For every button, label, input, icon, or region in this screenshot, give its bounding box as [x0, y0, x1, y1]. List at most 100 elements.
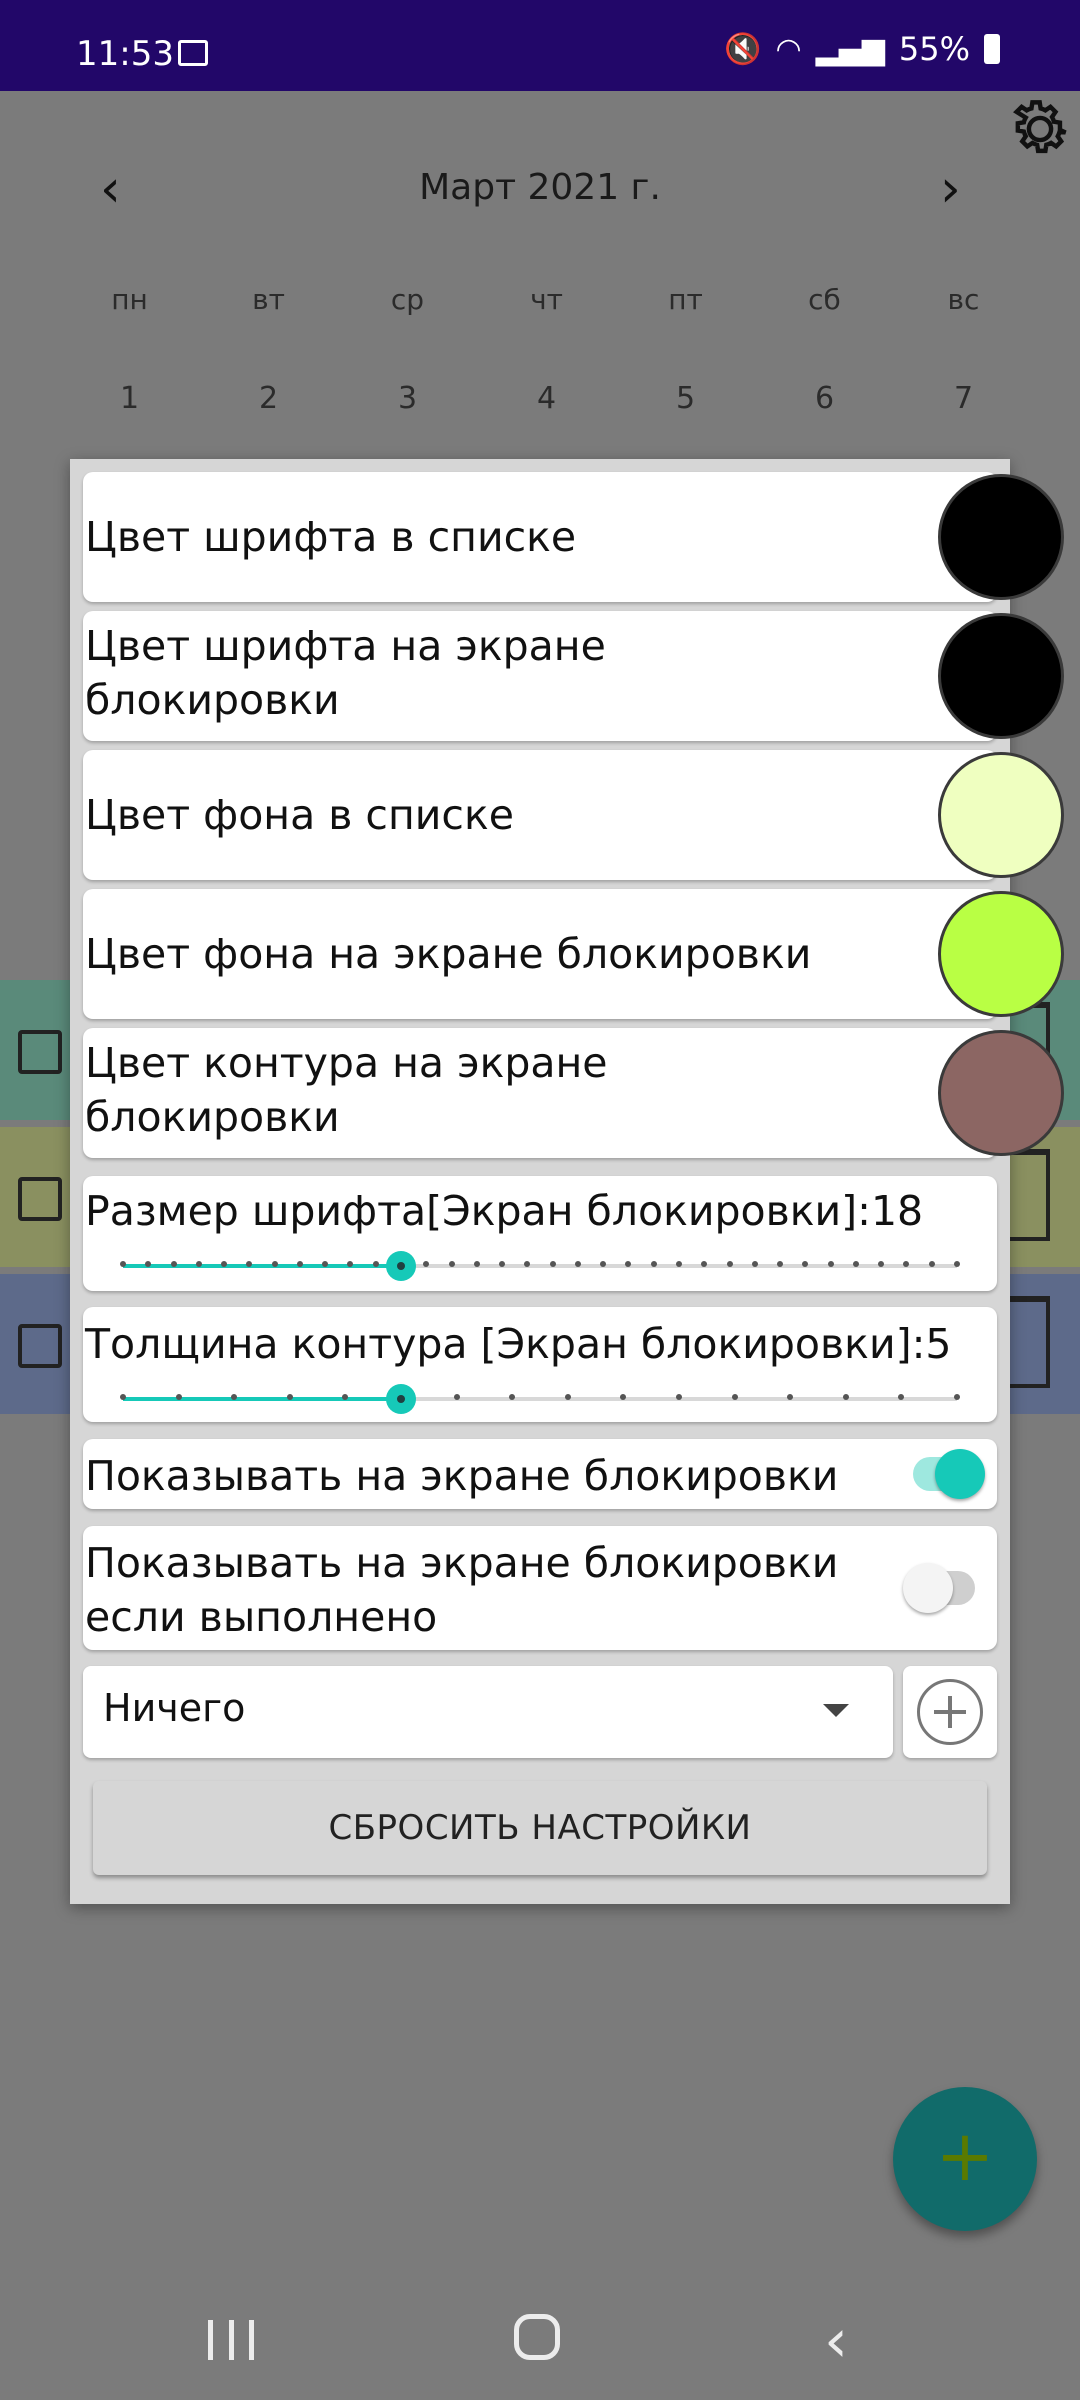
- image-icon: [178, 40, 208, 66]
- day-cell[interactable]: 6: [755, 381, 894, 416]
- settings-dialog: Цвет шрифта в списке Цвет шрифта на экра…: [70, 459, 1064, 1904]
- slider-tick: [509, 1394, 516, 1400]
- color-swatch[interactable]: [938, 1030, 1064, 1156]
- day-cell[interactable]: 7: [894, 381, 1033, 416]
- slider-tick: [676, 1261, 682, 1267]
- slider-tick: [564, 1394, 571, 1400]
- show-if-done-toggle[interactable]: [903, 1563, 983, 1613]
- slider-tick: [650, 1261, 657, 1267]
- weekday-label: чт: [530, 283, 563, 316]
- recents-icon[interactable]: [208, 2320, 254, 2360]
- gear-icon[interactable]: [1002, 91, 1078, 167]
- setting-label: Цвет фона на экране блокировки: [85, 930, 812, 978]
- add-circle-icon: [917, 1679, 983, 1745]
- weekday-row: пн вт ср чт пт сб вс: [60, 283, 1060, 316]
- setting-bg-color-list[interactable]: Цвет фона в списке: [83, 750, 1064, 880]
- setting-show-if-done[interactable]: Показывать на экране блокировки если вып…: [83, 1526, 997, 1650]
- show-lockscreen-toggle[interactable]: [907, 1449, 985, 1499]
- setting-show-lockscreen[interactable]: Показывать на экране блокировки: [83, 1439, 997, 1509]
- color-swatch[interactable]: [938, 613, 1064, 739]
- slider-tick: [878, 1261, 885, 1267]
- setting-label: Цвет шрифта в списке: [85, 513, 577, 561]
- status-time: 11:53: [76, 34, 174, 74]
- task-checkbox[interactable]: [18, 1177, 62, 1221]
- slider-tick: [777, 1261, 784, 1267]
- next-month-button[interactable]: ›: [940, 159, 961, 219]
- day-cell[interactable]: 1: [60, 381, 199, 416]
- slider-tick: [731, 1394, 738, 1400]
- setting-label: Цвет контура на экране блокировки: [85, 1039, 608, 1141]
- slider-tick: [175, 1394, 182, 1400]
- slider-tick: [296, 1261, 303, 1267]
- slider-tick: [928, 1261, 935, 1267]
- dropdown-value: Ничего: [103, 1686, 246, 1730]
- setting-bg-color-lockscreen[interactable]: Цвет фона на экране блокировки: [83, 889, 1064, 1019]
- slider-tick: [120, 1261, 126, 1267]
- slider-tick: [898, 1394, 905, 1400]
- day-cell[interactable]: 5: [616, 381, 755, 416]
- slider-tick: [423, 1261, 430, 1267]
- slider-tick: [954, 1394, 960, 1400]
- weekday-label: пт: [668, 283, 703, 316]
- task-checkbox[interactable]: [18, 1030, 62, 1074]
- add-action-button[interactable]: [903, 1666, 997, 1758]
- battery-icon: [984, 34, 1000, 64]
- slider-tick: [726, 1261, 733, 1267]
- slider-tick: [954, 1261, 960, 1267]
- setting-outline-color-lockscreen[interactable]: Цвет контура на экране блокировки: [83, 1028, 1064, 1158]
- outline-thickness-slider[interactable]: [120, 1384, 960, 1414]
- setting-label: Показывать на экране блокировки если вып…: [85, 1539, 839, 1641]
- slider-tick: [549, 1261, 556, 1267]
- setting-font-color-list[interactable]: Цвет шрифта в списке: [83, 472, 1064, 602]
- reset-settings-button[interactable]: СБРОСИТЬ НАСТРОЙКИ: [93, 1781, 987, 1875]
- setting-label: Цвет шрифта на экране блокировки: [85, 622, 606, 724]
- slider-tick: [453, 1394, 460, 1400]
- slider-tick: [842, 1394, 849, 1400]
- day-cell[interactable]: 3: [338, 381, 477, 416]
- color-swatch[interactable]: [938, 752, 1064, 878]
- battery-percent: 55%: [898, 30, 970, 68]
- task-checkbox[interactable]: [18, 1324, 62, 1368]
- slider-tick: [903, 1261, 910, 1267]
- day-cell[interactable]: 2: [199, 381, 338, 416]
- slider-tick: [120, 1394, 126, 1400]
- slider-tick: [524, 1261, 531, 1267]
- slider-thumb[interactable]: [386, 1384, 416, 1414]
- back-icon[interactable]: ‹: [824, 2306, 848, 2376]
- setting-label: Показывать на экране блокировки: [85, 1452, 839, 1500]
- slider-tick: [600, 1261, 607, 1267]
- slider-tick: [195, 1261, 202, 1267]
- slider-tick: [625, 1261, 632, 1267]
- slider-tick: [574, 1261, 581, 1267]
- slider-fill: [123, 1397, 401, 1401]
- setting-font-color-lockscreen[interactable]: Цвет шрифта на экране блокировки: [83, 611, 1064, 741]
- color-swatch[interactable]: [938, 891, 1064, 1017]
- weekday-label: вс: [947, 283, 980, 316]
- font-size-label: Размер шрифта[Экран блокировки]:18: [85, 1187, 924, 1235]
- slider-thumb[interactable]: [386, 1251, 416, 1281]
- action-dropdown[interactable]: Ничего: [83, 1666, 893, 1758]
- setting-font-size: Размер шрифта[Экран блокировки]:18: [83, 1176, 997, 1291]
- calendar-header: ‹ Март 2021 г. ›: [0, 159, 1080, 239]
- setting-outline-thickness: Толщина контура [Экран блокировки]:5: [83, 1307, 997, 1422]
- color-swatch[interactable]: [938, 474, 1064, 600]
- slider-tick: [271, 1261, 278, 1267]
- slider-tick: [170, 1261, 177, 1267]
- status-icons: 🔇 ◠ ▂▄▆ 55%: [724, 30, 1000, 68]
- slider-tick: [751, 1261, 758, 1267]
- month-title: Март 2021 г.: [419, 167, 661, 208]
- mute-icon: 🔇: [724, 31, 762, 67]
- font-size-slider[interactable]: [120, 1251, 960, 1281]
- slider-tick: [372, 1261, 379, 1267]
- day-cell[interactable]: 4: [477, 381, 616, 416]
- slider-tick: [448, 1261, 455, 1267]
- outline-thickness-label: Толщина контура [Экран блокировки]:5: [85, 1320, 952, 1368]
- weekday-label: пн: [111, 283, 148, 316]
- setting-label: Цвет фона в списке: [85, 791, 514, 839]
- add-task-button[interactable]: +: [893, 2087, 1037, 2231]
- slider-tick: [787, 1394, 794, 1400]
- slider-tick: [620, 1394, 627, 1400]
- home-icon[interactable]: [514, 2314, 560, 2360]
- dropdown-caret-icon: [823, 1704, 849, 1717]
- slider-tick: [286, 1394, 293, 1400]
